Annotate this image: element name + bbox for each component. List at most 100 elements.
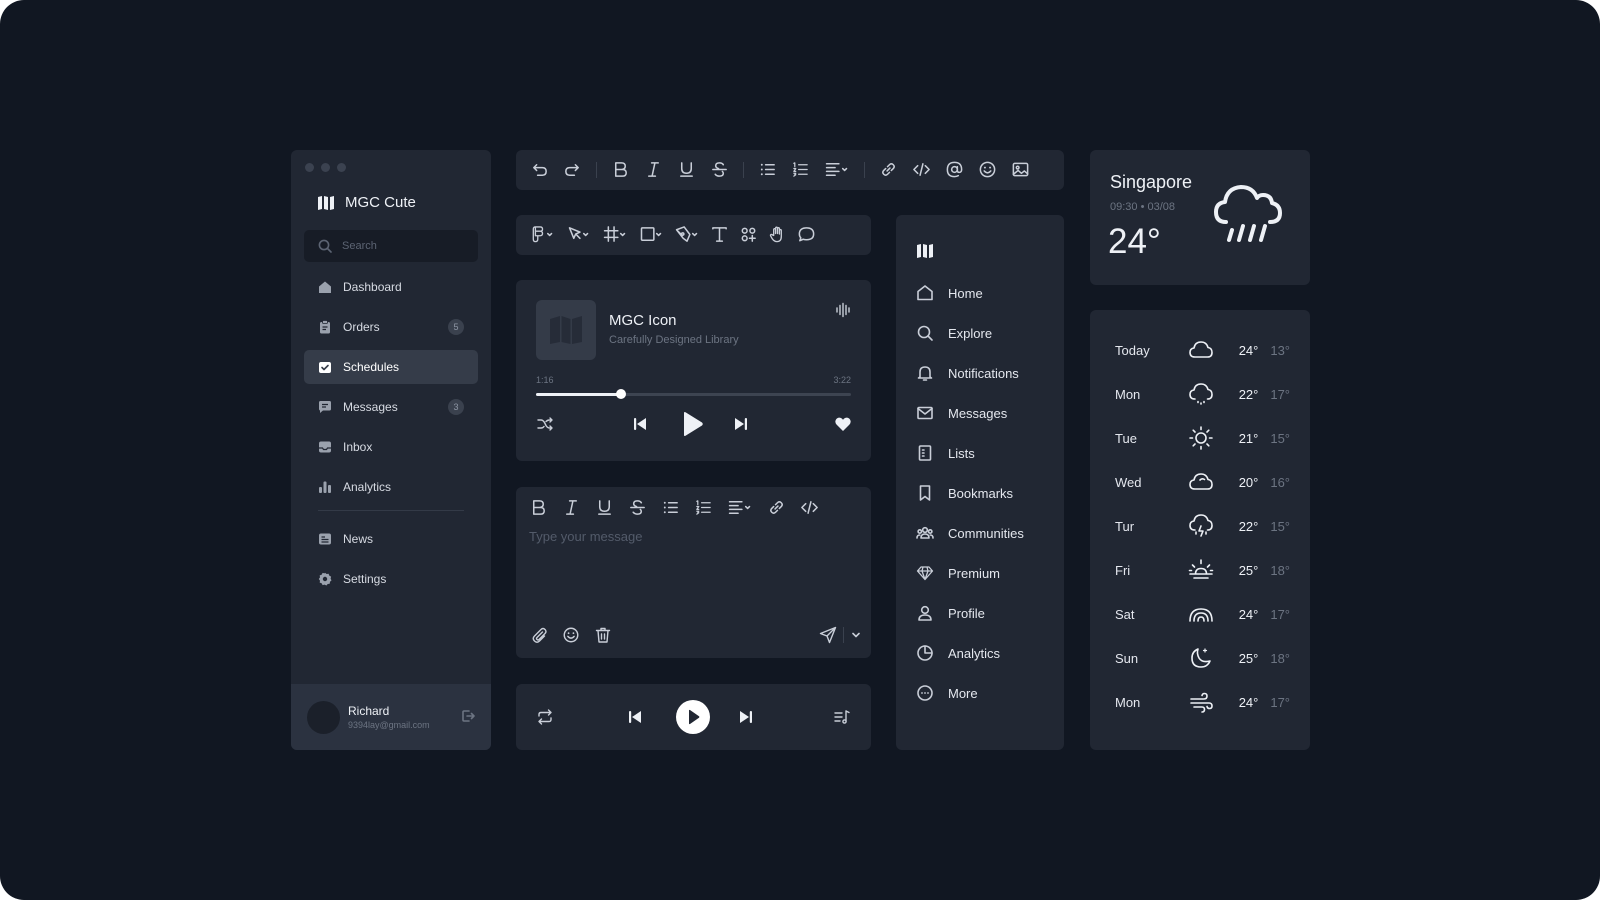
- progress-knob[interactable]: [616, 389, 627, 399]
- sidebar-item-analytics[interactable]: Analytics: [304, 470, 478, 504]
- sidebar-item-orders[interactable]: Orders 5: [304, 310, 478, 344]
- playlist-icon[interactable]: [833, 708, 851, 726]
- bullet-list-icon[interactable]: [661, 498, 680, 517]
- menu-item-premium[interactable]: Premium: [916, 561, 1000, 585]
- search-input[interactable]: [342, 240, 462, 252]
- comment-icon[interactable]: [797, 225, 816, 244]
- next-track-icon[interactable]: [737, 708, 755, 726]
- bold-icon[interactable]: [611, 160, 630, 179]
- pen-dropdown-icon[interactable]: [674, 225, 700, 244]
- undo-icon[interactable]: [530, 160, 549, 179]
- align-dropdown-icon[interactable]: [824, 160, 850, 179]
- current-weather-card: Singapore 09:30 • 03/08 24°: [1090, 150, 1310, 285]
- underline-icon[interactable]: [595, 498, 614, 517]
- code-icon[interactable]: [800, 498, 819, 517]
- rectangle-dropdown-icon[interactable]: [638, 225, 664, 244]
- numbered-list-icon[interactable]: [791, 160, 810, 179]
- italic-icon[interactable]: [644, 160, 663, 179]
- forecast-day: Mon: [1115, 694, 1141, 710]
- avatar[interactable]: [307, 700, 340, 734]
- text-tool-icon[interactable]: [710, 225, 729, 244]
- message-input[interactable]: [529, 529, 854, 609]
- menu-item-home[interactable]: Home: [916, 281, 983, 305]
- toolbar-divider: [743, 161, 744, 178]
- cloud-icon: [1181, 469, 1221, 495]
- menu-item-communities[interactable]: Communities: [916, 521, 1024, 545]
- forecast-low: 15°: [1270, 518, 1291, 534]
- redo-icon[interactable]: [563, 160, 582, 179]
- hand-tool-icon[interactable]: [768, 225, 787, 244]
- menu-item-analytics[interactable]: Analytics: [916, 641, 1000, 665]
- send-options-chevron-icon[interactable]: [851, 630, 861, 640]
- heart-icon[interactable]: [834, 415, 852, 433]
- repeat-icon[interactable]: [536, 708, 554, 726]
- progress-track[interactable]: [536, 389, 851, 399]
- bullet-list-icon[interactable]: [758, 160, 777, 179]
- menu-item-explore[interactable]: Explore: [916, 321, 992, 345]
- shuffle-icon[interactable]: [536, 415, 554, 433]
- frame-dropdown-icon[interactable]: [602, 225, 628, 244]
- menu-item-label: Bookmarks: [948, 485, 1014, 501]
- sidebar-item-dashboard[interactable]: Dashboard: [304, 270, 478, 304]
- window-close-dot[interactable]: [305, 163, 314, 172]
- menu-item-bookmarks[interactable]: Bookmarks: [916, 481, 1013, 505]
- window-controls: [305, 163, 346, 172]
- code-icon[interactable]: [912, 160, 931, 179]
- message-editor: [516, 487, 871, 658]
- track-title: MGC Icon: [609, 312, 677, 329]
- mention-icon[interactable]: [945, 160, 964, 179]
- user-profile-footer[interactable]: Richard 9394lay@gmail.com: [291, 684, 491, 750]
- forecast-row: Wed 20° 16°: [1115, 469, 1290, 495]
- align-dropdown-icon[interactable]: [727, 498, 753, 517]
- trash-icon[interactable]: [594, 626, 612, 644]
- figma-logo-dropdown-icon[interactable]: [530, 225, 556, 244]
- strikethrough-icon[interactable]: [710, 160, 729, 179]
- window-minimize-dot[interactable]: [321, 163, 330, 172]
- menu-item-lists[interactable]: Lists: [916, 441, 975, 465]
- menu-item-label: Lists: [948, 445, 975, 461]
- toolbar-divider: [596, 161, 597, 178]
- forecast-day: Today: [1115, 342, 1150, 358]
- play-button[interactable]: [676, 700, 710, 734]
- menu-item-notifications[interactable]: Notifications: [916, 361, 1019, 385]
- sidebar-item-messages[interactable]: Messages 3: [304, 390, 478, 424]
- strikethrough-icon[interactable]: [628, 498, 647, 517]
- sidebar-item-news[interactable]: News: [304, 522, 478, 556]
- italic-icon[interactable]: [562, 498, 581, 517]
- logout-icon[interactable]: [461, 709, 475, 723]
- link-icon[interactable]: [767, 498, 786, 517]
- wind-icon: [1181, 689, 1221, 715]
- emoji-icon[interactable]: [978, 160, 997, 179]
- menu-item-profile[interactable]: Profile: [916, 601, 985, 625]
- previous-track-icon[interactable]: [631, 415, 649, 433]
- emoji-icon[interactable]: [562, 626, 580, 644]
- play-icon[interactable]: [679, 410, 705, 438]
- menu-item-more[interactable]: More: [916, 681, 978, 705]
- attachment-icon[interactable]: [530, 626, 548, 644]
- numbered-list-icon[interactable]: [694, 498, 713, 517]
- user-email: 9394lay@gmail.com: [348, 720, 430, 730]
- sidebar-item-schedules[interactable]: Schedules: [304, 350, 478, 384]
- pointer-dropdown-icon[interactable]: [566, 225, 592, 244]
- sidebar-item-label: Orders: [343, 320, 380, 334]
- cloud-icon: [1181, 337, 1221, 363]
- previous-track-icon[interactable]: [626, 708, 644, 726]
- album-cover[interactable]: [536, 300, 596, 360]
- next-track-icon[interactable]: [732, 415, 750, 433]
- bold-icon[interactable]: [529, 498, 548, 517]
- send-icon[interactable]: [819, 626, 837, 644]
- window-maximize-dot[interactable]: [337, 163, 346, 172]
- underline-icon[interactable]: [677, 160, 696, 179]
- menu-item-label: Messages: [948, 405, 1008, 421]
- sidebar-item-settings[interactable]: Settings: [304, 562, 478, 596]
- components-icon[interactable]: [739, 225, 758, 244]
- forecast-low: 18°: [1270, 650, 1291, 666]
- image-icon[interactable]: [1011, 160, 1030, 179]
- link-icon[interactable]: [879, 160, 898, 179]
- waveform-icon[interactable]: [835, 302, 851, 318]
- forecast-low: 15°: [1270, 430, 1291, 446]
- sidebar-item-inbox[interactable]: Inbox: [304, 430, 478, 464]
- forecast-high: 24°: [1238, 342, 1259, 358]
- search-box[interactable]: [304, 230, 478, 262]
- menu-item-messages[interactable]: Messages: [916, 401, 1007, 425]
